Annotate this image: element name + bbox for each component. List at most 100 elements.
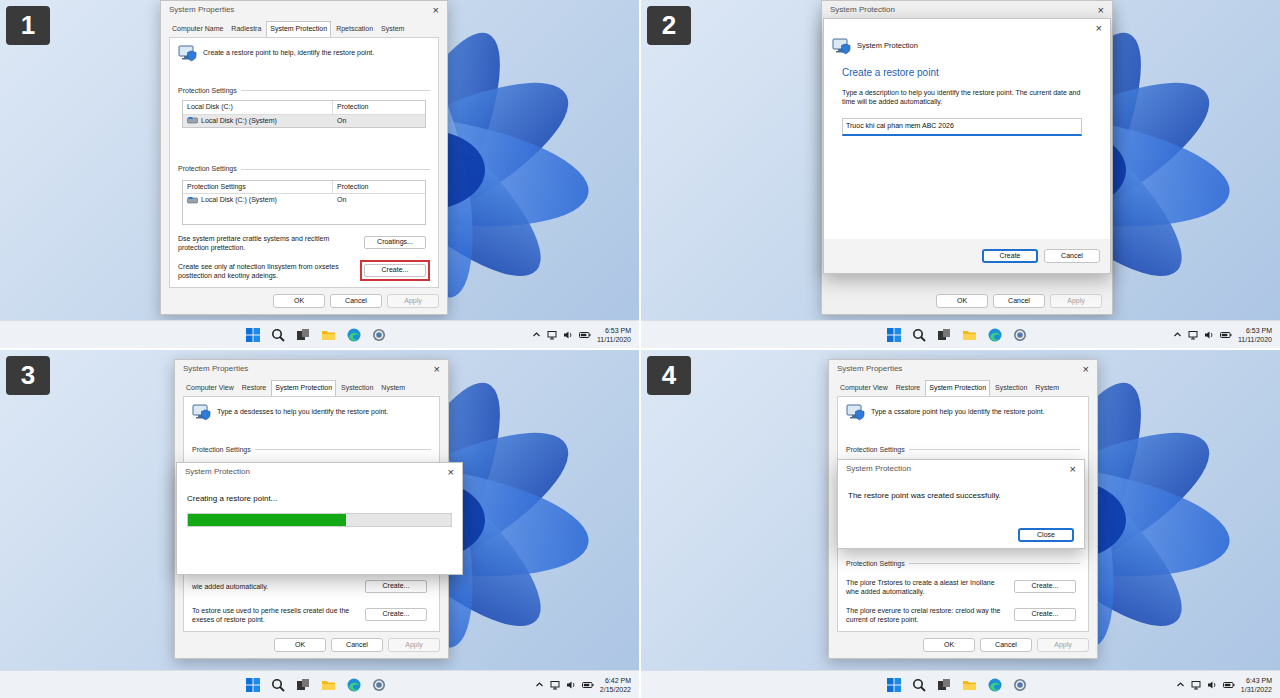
start-icon[interactable]	[246, 678, 260, 692]
start-icon[interactable]	[887, 328, 901, 342]
start-icon[interactable]	[887, 678, 901, 692]
tab[interactable]: Rystem	[1032, 381, 1062, 396]
close-button[interactable]: ×	[1098, 5, 1104, 16]
settings-icon[interactable]	[372, 678, 386, 692]
settings-icon[interactable]	[1013, 678, 1027, 692]
battery-icon[interactable]	[1223, 680, 1235, 690]
task-view-icon[interactable]	[296, 678, 310, 692]
search-icon[interactable]	[912, 328, 926, 342]
table-row[interactable]: Local Disk (C:) (System)On	[183, 115, 425, 128]
action-button[interactable]: Croatings...	[364, 236, 426, 249]
volume-icon[interactable]	[1207, 680, 1217, 690]
close-button[interactable]: ×	[1083, 364, 1089, 375]
tab[interactable]: System Protection	[266, 21, 331, 37]
tab[interactable]: Radiestra	[228, 22, 264, 37]
dialog-button[interactable]: Close	[1018, 528, 1074, 543]
action-button[interactable]: Create...	[1014, 580, 1076, 593]
dialog-button[interactable]: Cancel	[980, 638, 1032, 652]
dialog-button[interactable]: Apply	[1050, 294, 1102, 308]
tab[interactable]: Systection	[992, 381, 1030, 396]
dialog-button[interactable]: Create	[982, 249, 1038, 264]
dialog-button[interactable]: Apply	[1037, 638, 1089, 652]
network-icon[interactable]	[1188, 330, 1198, 340]
action-button[interactable]: Create...	[365, 608, 427, 621]
edge-icon[interactable]	[988, 328, 1002, 342]
dialog-button[interactable]: Apply	[388, 638, 440, 652]
settings-icon[interactable]	[372, 328, 386, 342]
network-icon[interactable]	[1191, 680, 1201, 690]
battery-icon[interactable]	[1220, 330, 1232, 340]
dialog-text: Creating a restore point...	[187, 493, 452, 505]
tab[interactable]: Computer Name	[169, 22, 226, 37]
table-row[interactable]: Local Disk (C:) (System)On	[183, 194, 425, 207]
volume-icon[interactable]	[1204, 330, 1214, 340]
section-label: Protection Settings	[846, 445, 1080, 456]
action-button[interactable]: Create...	[364, 264, 426, 277]
tab[interactable]: System Protection	[925, 380, 990, 396]
tab[interactable]: Computer View	[183, 381, 237, 396]
tab[interactable]: System Protection	[271, 380, 336, 396]
dialog-button[interactable]: Cancel	[330, 294, 382, 308]
action-button[interactable]: Create...	[1014, 608, 1076, 621]
file-explorer-icon[interactable]	[962, 678, 977, 692]
tab[interactable]: Computer View	[837, 381, 891, 396]
tab[interactable]: Systection	[338, 381, 376, 396]
clock[interactable]: 6:53 PM11/11/2020	[1238, 326, 1272, 344]
column-header[interactable]: Protection	[333, 101, 425, 114]
dialog-button[interactable]: Cancel	[993, 294, 1045, 308]
dialog-button[interactable]: OK	[274, 638, 326, 652]
network-icon[interactable]	[547, 330, 557, 340]
column-header[interactable]: Protection Settings	[183, 181, 333, 194]
tray-chevron-icon[interactable]	[535, 680, 544, 689]
close-button[interactable]: ×	[1096, 23, 1102, 34]
tray-chevron-icon[interactable]	[1176, 680, 1185, 689]
close-button[interactable]: ×	[433, 5, 439, 16]
description-input[interactable]: Truoc khi cai phan mem ABC 2026	[842, 118, 1082, 136]
battery-icon[interactable]	[579, 330, 591, 340]
dialog-button[interactable]: OK	[923, 638, 975, 652]
clock[interactable]: 6:43 PM1/31/2022	[1241, 676, 1272, 694]
network-icon[interactable]	[550, 680, 560, 690]
search-icon[interactable]	[912, 678, 926, 692]
tab[interactable]: Restore	[239, 381, 270, 396]
file-explorer-icon[interactable]	[321, 328, 336, 342]
dialog-text: The restore point was created successful…	[848, 490, 1074, 502]
search-icon[interactable]	[271, 328, 285, 342]
file-explorer-icon[interactable]	[321, 678, 336, 692]
dialog-button[interactable]: Cancel	[331, 638, 383, 652]
tab[interactable]: Nystem	[378, 381, 408, 396]
close-button[interactable]: ×	[1070, 464, 1076, 475]
settings-icon[interactable]	[1013, 328, 1027, 342]
column-header[interactable]: Protection	[333, 181, 425, 194]
column-header[interactable]: Local Disk (C:)	[183, 101, 333, 114]
volume-icon[interactable]	[566, 680, 576, 690]
battery-icon[interactable]	[582, 680, 594, 690]
clock[interactable]: 6:53 PM11/11/2020	[597, 326, 631, 344]
task-view-icon[interactable]	[296, 328, 310, 342]
clock[interactable]: 6:42 PM2/15/2022	[600, 676, 631, 694]
dialog-button[interactable]: Apply	[387, 294, 439, 308]
start-icon[interactable]	[246, 328, 260, 342]
tab[interactable]: System	[378, 22, 407, 37]
dialog-button[interactable]: OK	[273, 294, 325, 308]
edge-icon[interactable]	[988, 678, 1002, 692]
task-view-icon[interactable]	[937, 678, 951, 692]
tab[interactable]: Restore	[893, 381, 924, 396]
tray-chevron-icon[interactable]	[532, 330, 541, 339]
edge-icon[interactable]	[347, 328, 361, 342]
volume-icon[interactable]	[563, 330, 573, 340]
action-button[interactable]: Create...	[365, 580, 427, 593]
close-button[interactable]: ×	[434, 364, 440, 375]
step-badge: 3	[6, 356, 50, 395]
tab[interactable]: Rpetscation	[333, 22, 376, 37]
close-button[interactable]: ×	[448, 467, 454, 478]
file-explorer-icon[interactable]	[962, 328, 977, 342]
tray-chevron-icon[interactable]	[1173, 330, 1182, 339]
search-icon[interactable]	[271, 678, 285, 692]
task-view-icon[interactable]	[937, 328, 951, 342]
edge-icon[interactable]	[347, 678, 361, 692]
title-bar: System Protection×	[838, 460, 1084, 478]
dialog-button[interactable]: Cancel	[1044, 249, 1100, 263]
dialog-button[interactable]: OK	[936, 294, 988, 308]
progress-fill	[188, 514, 346, 526]
